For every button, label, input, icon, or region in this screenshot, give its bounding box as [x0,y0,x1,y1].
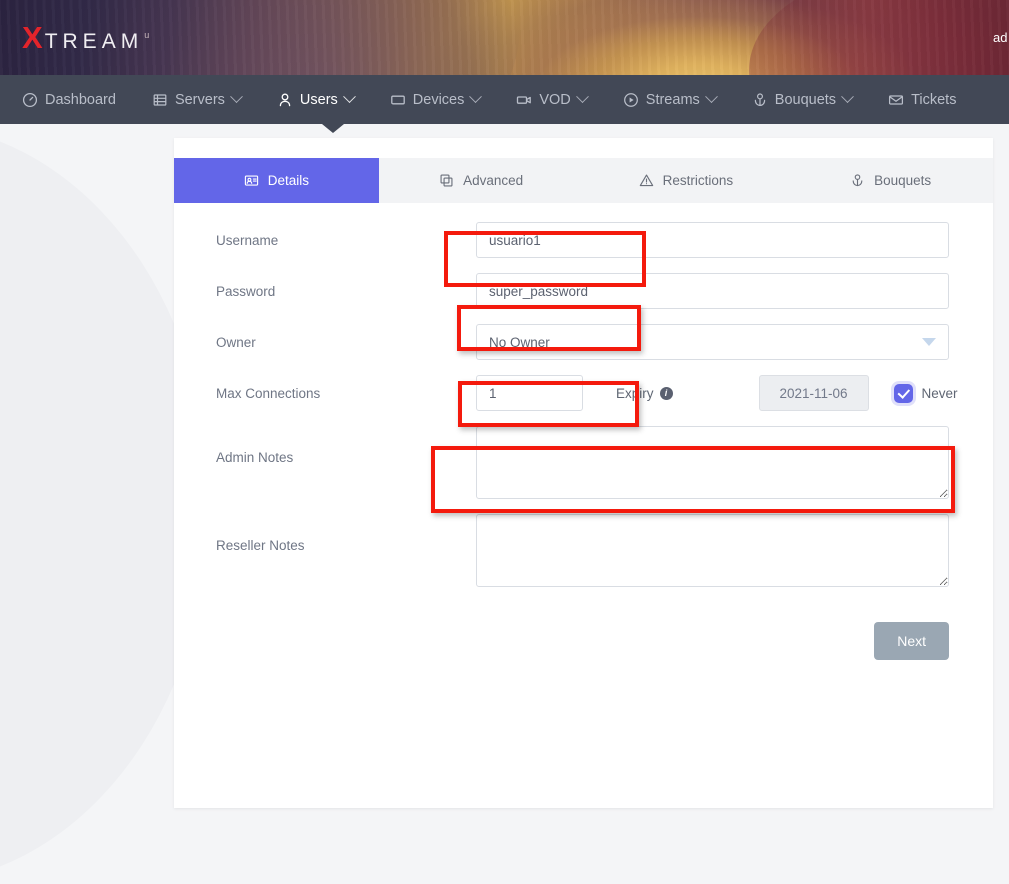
username-input[interactable] [476,222,949,258]
label-admin-notes: Admin Notes [194,426,476,465]
nav-item-tickets[interactable]: Tickets [888,75,956,124]
nav-item-streams[interactable]: Streams [623,75,716,124]
chevron-down-icon [230,90,243,103]
bouquet-icon [752,92,768,108]
label-expiry: Expiry [616,386,654,401]
chevron-down-icon [469,90,482,103]
logo-superscript: u [144,30,149,40]
play-icon [623,92,639,108]
max-connections-input[interactable] [476,375,583,411]
user-icon [277,92,293,108]
expiry-label-group: Expiry i [616,386,673,401]
never-checkbox[interactable] [894,384,913,403]
admin-notes-textarea[interactable] [476,426,949,499]
logo-wordmark: TREAM [45,31,144,52]
label-owner: Owner [194,335,476,350]
tab-advanced[interactable]: Advanced [379,158,584,203]
server-icon [152,92,168,108]
copy-icon [439,173,454,188]
password-input[interactable] [476,273,949,309]
label-username: Username [194,233,476,248]
form-tabs: Details Advanced Restrictions [174,158,993,203]
field-admin-notes [476,426,949,499]
tab-label-details: Details [268,173,309,188]
nav-label-vod: VOD [539,92,570,108]
nav-label-streams: Streams [646,92,700,108]
owner-select[interactable]: No Owner [476,324,949,360]
label-max-connections: Max Connections [194,386,476,401]
current-user-label[interactable]: admin [993,30,1007,45]
id-card-icon [244,173,259,188]
nav-label-bouquets: Bouquets [775,92,836,108]
form-footer: Next [194,602,949,660]
nav-item-servers[interactable]: Servers [152,75,241,124]
never-label: Never [922,386,958,401]
bouquet-icon [850,173,865,188]
form-row-owner: Owner No Owner [194,324,949,360]
label-password: Password [194,284,476,299]
chevron-down-icon [841,90,854,103]
tab-restrictions[interactable]: Restrictions [584,158,789,203]
mail-icon [888,92,904,108]
dashboard-icon [22,92,38,108]
nav-label-servers: Servers [175,92,225,108]
chevron-down-icon [343,90,356,103]
form-row-max-connections: Max Connections Expiry i 2021-11-06 Neve… [194,375,949,411]
field-max-connections: Expiry i 2021-11-06 Never [476,375,958,411]
form-row-reseller-notes: Reseller Notes [194,514,949,587]
chevron-down-icon [705,90,718,103]
banner-texture [0,0,1009,75]
field-password [476,273,949,309]
field-owner: No Owner [476,324,949,360]
never-checkbox-group[interactable]: Never [894,384,958,403]
tab-label-bouquets: Bouquets [874,173,931,188]
nav-label-tickets: Tickets [911,92,956,108]
tab-label-restrictions: Restrictions [663,173,734,188]
nav-label-users: Users [300,92,338,108]
header-banner: X TREAM u admin [0,0,1009,75]
next-button[interactable]: Next [874,622,949,660]
user-form-card: Details Advanced Restrictions [174,138,993,808]
field-reseller-notes [476,514,949,587]
nav-item-vod[interactable]: VOD [516,75,586,124]
nav-label-devices: Devices [413,92,465,108]
form-row-username: Username [194,222,949,258]
logo-x-mark: X [22,22,43,53]
warning-icon [639,173,654,188]
xtream-logo[interactable]: X TREAM u [22,22,149,53]
nav-item-dashboard[interactable]: Dashboard [22,75,116,124]
field-username [476,222,949,258]
nav-item-bouquets[interactable]: Bouquets [752,75,852,124]
form-row-password: Password [194,273,949,309]
nav-label-dashboard: Dashboard [45,92,116,108]
chevron-down-icon [576,90,589,103]
device-icon [390,92,406,108]
user-details-form: Username Password Owner No Owner [174,203,993,660]
tab-bouquets[interactable]: Bouquets [788,158,993,203]
active-nav-pointer [322,124,344,133]
nav-item-users[interactable]: Users [277,75,354,124]
info-icon[interactable]: i [660,387,673,400]
main-navigation: Dashboard Servers Users Devices [0,75,1009,124]
nav-item-devices[interactable]: Devices [390,75,481,124]
form-row-admin-notes: Admin Notes [194,426,949,499]
video-icon [516,92,532,108]
reseller-notes-textarea[interactable] [476,514,949,587]
tab-label-advanced: Advanced [463,173,523,188]
tab-details[interactable]: Details [174,158,379,203]
label-reseller-notes: Reseller Notes [194,514,476,553]
expiry-date-field[interactable]: 2021-11-06 [759,375,869,411]
